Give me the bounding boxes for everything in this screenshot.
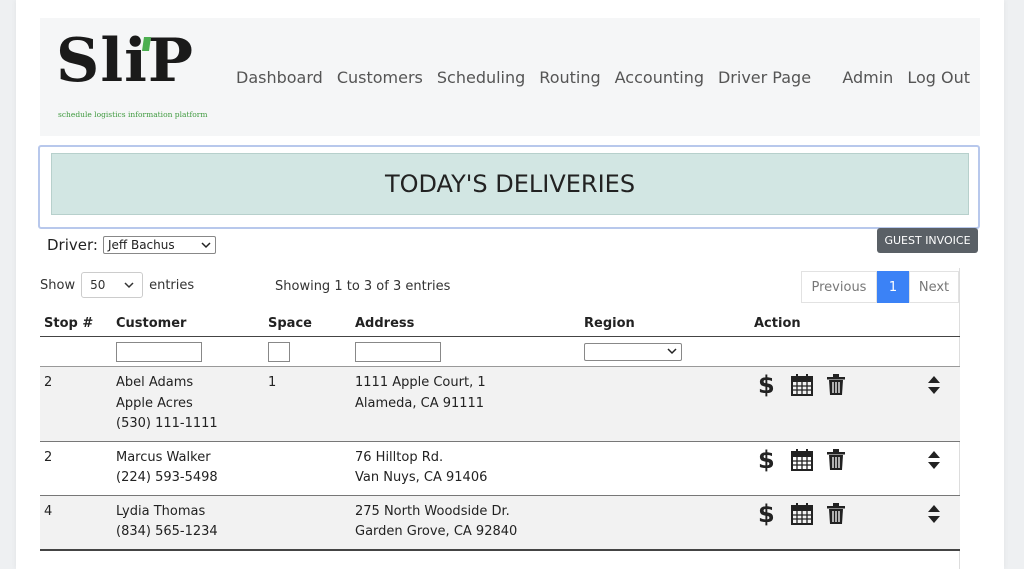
- address-line-1: 1111 Apple Court, 1: [355, 375, 486, 390]
- customer-name: Lydia Thomas: [116, 503, 206, 519]
- sort-icon[interactable]: [927, 450, 941, 470]
- customer-name: Abel Adams: [116, 375, 194, 390]
- address-line-2: Van Nuys, CA 91406: [355, 470, 488, 485]
- app-page: SliP schedule logistics information plat…: [16, 0, 1004, 569]
- calendar-icon[interactable]: [790, 502, 813, 525]
- guest-invoice-button[interactable]: GUEST INVOICE: [877, 228, 978, 253]
- address-cell: 76 Hilltop Rd. Van Nuys, CA 91406: [351, 441, 580, 496]
- address-line-2: Garden Grove, CA 92840: [355, 524, 518, 539]
- customer-phone: (834) 565-1234: [116, 524, 218, 539]
- region-cell: [580, 366, 750, 442]
- driver-selected: Jeff Bachus: [107, 238, 175, 252]
- invoice-button[interactable]: $: [758, 448, 775, 472]
- logo-text: SliP: [56, 26, 195, 96]
- address-line-1: 275 North Woodside Dr.: [355, 503, 510, 519]
- entries-label: entries: [149, 277, 195, 293]
- nav-customers[interactable]: Customers: [337, 68, 423, 87]
- region-cell: [580, 441, 750, 496]
- previous-page-button[interactable]: Previous: [801, 271, 877, 303]
- space-filter-input[interactable]: [268, 341, 290, 362]
- table-row: 4 Lydia Thomas (834) 565-1234 275 North …: [40, 495, 960, 551]
- driver-select[interactable]: Jeff Bachus: [102, 236, 216, 254]
- chevron-down-icon: [124, 281, 134, 288]
- entries-value: 50: [90, 278, 106, 292]
- customer-cell: Abel Adams Apple Acres (530) 111-1111: [112, 366, 264, 442]
- filter-row: [40, 336, 960, 367]
- trash-icon[interactable]: [826, 448, 845, 471]
- deliveries-table: Stop # Customer Space Address Region Act…: [40, 311, 960, 551]
- nav-dashboard[interactable]: Dashboard: [236, 68, 323, 87]
- customer-phone: (224) 593-5498: [116, 470, 218, 485]
- nav-logout[interactable]: Log Out: [907, 68, 970, 87]
- page-title: TODAY'S DELIVERIES: [51, 153, 969, 215]
- customer-phone: (530) 111-1111: [116, 416, 218, 431]
- column-header-customer[interactable]: Customer: [112, 311, 264, 337]
- space-cell: [264, 441, 351, 496]
- sort-icon[interactable]: [927, 504, 941, 524]
- customer-name: Marcus Walker: [116, 449, 211, 465]
- space-cell: [264, 495, 351, 551]
- next-page-button[interactable]: Next: [909, 271, 959, 303]
- column-header-space[interactable]: Space: [264, 311, 351, 337]
- show-label: Show: [40, 277, 76, 293]
- customer-company: Apple Acres: [116, 395, 193, 411]
- customer-filter-input[interactable]: [116, 341, 202, 362]
- driver-filter: Driver: Jeff Bachus: [47, 236, 216, 254]
- region-cell: [580, 495, 750, 551]
- nav-driver-page[interactable]: Driver Page: [718, 68, 811, 87]
- trash-icon[interactable]: [826, 502, 845, 525]
- action-cell: $: [750, 441, 960, 496]
- user-nav: Admin Log Out: [842, 68, 970, 87]
- nav-routing[interactable]: Routing: [539, 68, 600, 87]
- length-control: Show 50 entries: [40, 272, 194, 298]
- nav-admin[interactable]: Admin: [842, 68, 893, 87]
- customer-cell: Lydia Thomas (834) 565-1234: [112, 495, 264, 551]
- customer-cell: Marcus Walker (224) 593-5498: [112, 441, 264, 496]
- column-header-action: Action: [754, 316, 801, 331]
- header: SliP schedule logistics information plat…: [40, 18, 980, 136]
- table-info: Showing 1 to 3 of 3 entries: [275, 279, 451, 294]
- nav-scheduling[interactable]: Scheduling: [437, 68, 525, 87]
- address-filter-input[interactable]: [355, 341, 441, 362]
- column-header-address[interactable]: Address: [351, 311, 580, 337]
- column-header-stop[interactable]: Stop #: [40, 311, 112, 337]
- sort-icon[interactable]: [927, 375, 941, 395]
- nav-accounting[interactable]: Accounting: [615, 68, 704, 87]
- action-cell: $: [750, 366, 960, 442]
- calendar-icon[interactable]: [790, 374, 813, 396]
- table-row: 2 Abel Adams Apple Acres (530) 111-1111 …: [40, 366, 960, 442]
- table-row: 2 Marcus Walker (224) 593-5498 76 Hillto…: [40, 441, 960, 496]
- address-cell: 275 North Woodside Dr. Garden Grove, CA …: [351, 495, 580, 551]
- chevron-down-icon: [201, 241, 211, 248]
- action-cell: $: [750, 495, 960, 551]
- page-button-current[interactable]: 1: [877, 271, 909, 303]
- stop-cell: 2: [40, 441, 112, 496]
- address-line-1: 76 Hilltop Rd.: [355, 449, 444, 465]
- column-header-region[interactable]: Region: [580, 311, 750, 337]
- logo-tagline: schedule logistics information platform: [58, 110, 208, 119]
- driver-label: Driver:: [47, 236, 98, 254]
- stop-cell: 4: [40, 495, 112, 551]
- space-cell: 1: [264, 366, 351, 442]
- stop-cell: 2: [40, 366, 112, 442]
- banner-frame: TODAY'S DELIVERIES: [38, 145, 980, 229]
- address-line-2: Alameda, CA 91111: [355, 395, 485, 411]
- invoice-button[interactable]: $: [758, 373, 775, 397]
- pagination: Previous 1 Next: [801, 271, 959, 303]
- trash-icon[interactable]: [826, 374, 845, 396]
- calendar-icon[interactable]: [790, 448, 813, 471]
- table-header-row: Stop # Customer Space Address Region Act…: [40, 311, 960, 337]
- chevron-down-icon: [667, 348, 677, 355]
- entries-select[interactable]: 50: [81, 272, 144, 298]
- address-cell: 1111 Apple Court, 1 Alameda, CA 91111: [351, 366, 580, 442]
- region-filter-select[interactable]: [584, 342, 682, 361]
- logo[interactable]: SliP schedule logistics information plat…: [56, 26, 222, 124]
- invoice-button[interactable]: $: [758, 502, 775, 526]
- main-nav: Dashboard Customers Scheduling Routing A…: [236, 68, 825, 87]
